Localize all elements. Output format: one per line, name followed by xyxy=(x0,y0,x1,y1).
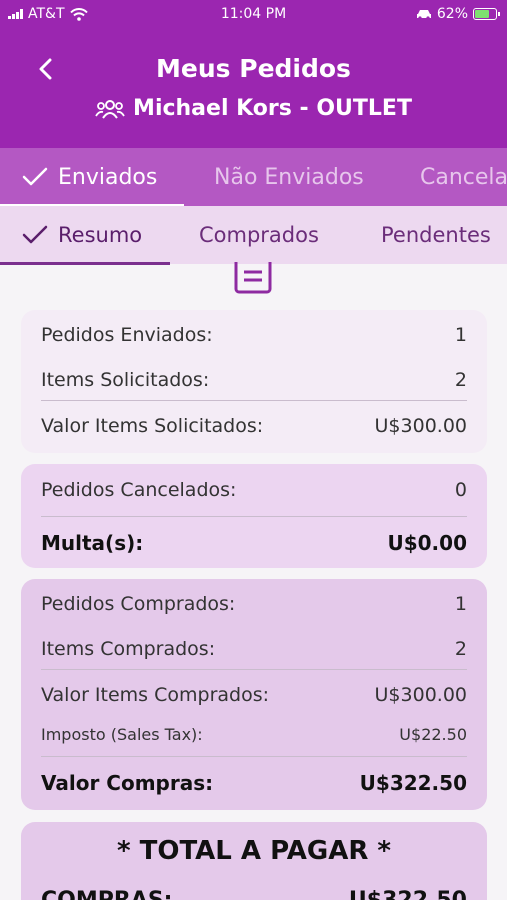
row-value: U$22.50 xyxy=(399,724,467,744)
tab-resumo[interactable]: Resumo xyxy=(22,206,142,264)
row-label: Valor Items Solicitados: xyxy=(41,415,264,437)
app-header: AT&T 11:04 PM 62% Meus Pedidos Michael K… xyxy=(0,0,507,148)
secondary-tabs: Resumo Comprados Pendentes xyxy=(0,206,507,264)
battery-percent: 62% xyxy=(436,6,468,22)
check-icon xyxy=(22,225,48,244)
status-right: 62% xyxy=(416,6,500,22)
total-title: * TOTAL A PAGAR * xyxy=(116,836,392,866)
tab-nao-enviados[interactable]: Não Enviados xyxy=(214,148,364,206)
row-value: 2 xyxy=(454,638,467,660)
row-label: Items Comprados: xyxy=(41,638,216,660)
row-label: Valor Compras: xyxy=(41,771,214,795)
summary-row: Pedidos Enviados: 1 xyxy=(41,310,467,360)
summary-row: Valor Items Comprados: U$300.00 xyxy=(41,670,467,720)
store-row: Michael Kors - OUTLET xyxy=(0,96,507,121)
sent-summary-card: Pedidos Enviados: 1 Items Solicitados: 2… xyxy=(21,310,487,453)
row-value: 0 xyxy=(454,479,467,501)
summary-row: Imposto (Sales Tax): U$22.50 xyxy=(41,720,467,748)
tab-cancelados[interactable]: Cancelados xyxy=(420,148,507,206)
tab-label: Não Enviados xyxy=(214,164,364,190)
car-icon xyxy=(416,10,431,20)
row-label: Valor Items Comprados: xyxy=(41,684,270,706)
tab-label: Pendentes xyxy=(381,223,491,247)
summary-row: Items Comprados: 2 xyxy=(41,629,467,669)
row-label: Imposto (Sales Tax): xyxy=(41,724,203,744)
summary-row: Multa(s): U$0.00 xyxy=(41,517,467,569)
row-value: 1 xyxy=(454,593,467,615)
tab-pendentes[interactable]: Pendentes xyxy=(381,206,491,264)
tab-indicator xyxy=(0,262,170,265)
summary-row: Pedidos Cancelados: 0 xyxy=(41,464,467,516)
tab-label: Comprados xyxy=(199,223,319,247)
summary-row: Items Solicitados: 2 xyxy=(41,360,467,400)
row-value: 1 xyxy=(454,324,467,346)
row-value: U$0.00 xyxy=(387,531,467,555)
primary-tabs: Enviados Não Enviados Cancelados xyxy=(0,148,507,206)
row-label: Pedidos Enviados: xyxy=(41,324,213,346)
summary-row: Pedidos Comprados: 1 xyxy=(41,579,467,629)
tab-label: Resumo xyxy=(58,223,143,247)
purchased-summary-card: Pedidos Comprados: 1 Items Comprados: 2 … xyxy=(21,579,487,810)
tab-label: Enviados xyxy=(58,164,158,190)
store-name: Michael Kors - OUTLET xyxy=(133,96,412,121)
row-label: Items Solicitados: xyxy=(41,369,210,391)
row-value: U$322.50 xyxy=(359,771,467,795)
total-value: U$322.50 xyxy=(349,888,467,900)
tab-enviados[interactable]: Enviados xyxy=(22,148,157,206)
tab-label: Cancelados xyxy=(420,164,507,190)
row-value: 2 xyxy=(454,369,467,391)
row-value: U$300.00 xyxy=(374,415,467,437)
page-title: Meus Pedidos xyxy=(156,54,351,83)
total-label: COMPRAS: xyxy=(41,888,172,900)
cancelled-summary-card: Pedidos Cancelados: 0 Multa(s): U$0.00 xyxy=(21,464,487,568)
row-label: Multa(s): xyxy=(41,531,144,555)
tab-comprados[interactable]: Comprados xyxy=(199,206,319,264)
summary-row: Valor Items Solicitados: U$300.00 xyxy=(41,401,467,451)
row-label: Pedidos Cancelados: xyxy=(41,479,237,501)
summary-row: Valor Compras: U$322.50 xyxy=(41,757,467,809)
total-card: * TOTAL A PAGAR * COMPRAS: U$322.50 xyxy=(21,822,487,900)
people-icon xyxy=(95,99,125,119)
battery-icon xyxy=(473,8,500,20)
row-value: U$300.00 xyxy=(374,684,467,706)
total-row: COMPRAS: U$322.50 xyxy=(41,888,467,900)
row-label: Pedidos Comprados: xyxy=(41,593,236,615)
check-icon xyxy=(22,167,48,186)
status-bar: AT&T 11:04 PM 62% xyxy=(0,0,507,28)
document-icon xyxy=(234,262,272,294)
